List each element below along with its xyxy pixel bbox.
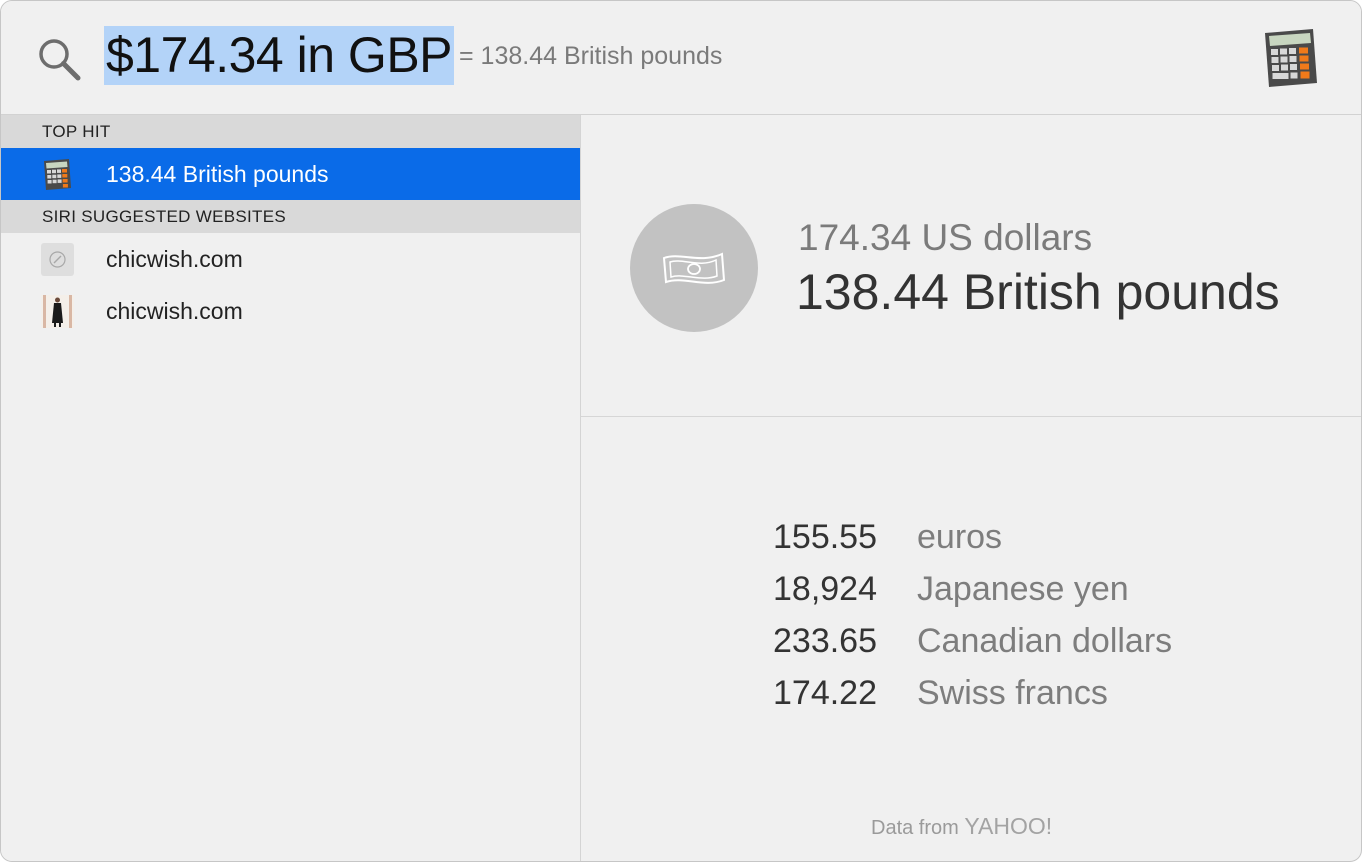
conversion-source: 174.34 US dollars bbox=[798, 217, 1093, 258]
spotlight-window: $174.34 in GBP = 138.44 British pounds T… bbox=[0, 0, 1362, 862]
compass-icon bbox=[41, 243, 74, 276]
search-input[interactable]: $174.34 in GBP bbox=[104, 26, 455, 85]
results-list: TOP HIT 138.44 British pounds SIRI SUGGE… bbox=[1, 115, 580, 861]
yahoo-logo: YAHOO! bbox=[964, 813, 1053, 839]
calculator-app-icon[interactable] bbox=[1263, 27, 1317, 89]
search-bar: $174.34 in GBP = 138.44 British pounds bbox=[1, 1, 1361, 115]
currency-name: Canadian dollars bbox=[917, 622, 1173, 660]
currency-row: 18,924 Japanese yen bbox=[581, 570, 1361, 622]
conversion-result[interactable]: 138.44 British pounds bbox=[796, 263, 1280, 321]
data-attribution[interactable]: Data from YAHOO! bbox=[871, 813, 1052, 840]
result-label: chicwish.com bbox=[106, 298, 243, 324]
currency-amount: 233.65 bbox=[773, 622, 877, 660]
currency-amount: 174.22 bbox=[773, 674, 877, 712]
currency-amount: 155.55 bbox=[773, 518, 877, 556]
banknote-badge bbox=[630, 204, 758, 332]
banknote-icon bbox=[662, 252, 726, 284]
result-label: chicwish.com bbox=[106, 246, 243, 272]
preview-pane: 174.34 US dollars 138.44 British pounds … bbox=[581, 115, 1361, 861]
currency-name: Japanese yen bbox=[917, 570, 1129, 608]
result-label: 138.44 British pounds bbox=[106, 161, 329, 187]
magnifying-glass-icon bbox=[39, 39, 81, 81]
section-header-siri-suggested-websites: SIRI SUGGESTED WEBSITES bbox=[1, 200, 580, 233]
calculator-icon bbox=[44, 159, 71, 190]
result-row-website[interactable]: chicwish.com bbox=[1, 233, 580, 285]
result-row-website[interactable]: chicwish.com bbox=[1, 285, 580, 337]
attribution-prefix: Data from bbox=[871, 817, 959, 839]
preview-divider bbox=[581, 416, 1361, 417]
currency-row: 155.55 euros bbox=[581, 518, 1361, 570]
currency-row: 174.22 Swiss francs bbox=[581, 674, 1361, 726]
website-thumbnail bbox=[41, 295, 74, 328]
section-header-top-hit: TOP HIT bbox=[1, 115, 580, 148]
currency-name: euros bbox=[917, 518, 1003, 556]
result-row-top-hit[interactable]: 138.44 British pounds bbox=[1, 148, 580, 200]
currency-row: 233.65 Canadian dollars bbox=[581, 622, 1361, 674]
currency-amount: 18,924 bbox=[773, 570, 877, 608]
currency-name: Swiss francs bbox=[917, 674, 1108, 712]
inline-completion: = 138.44 British pounds bbox=[459, 42, 723, 70]
